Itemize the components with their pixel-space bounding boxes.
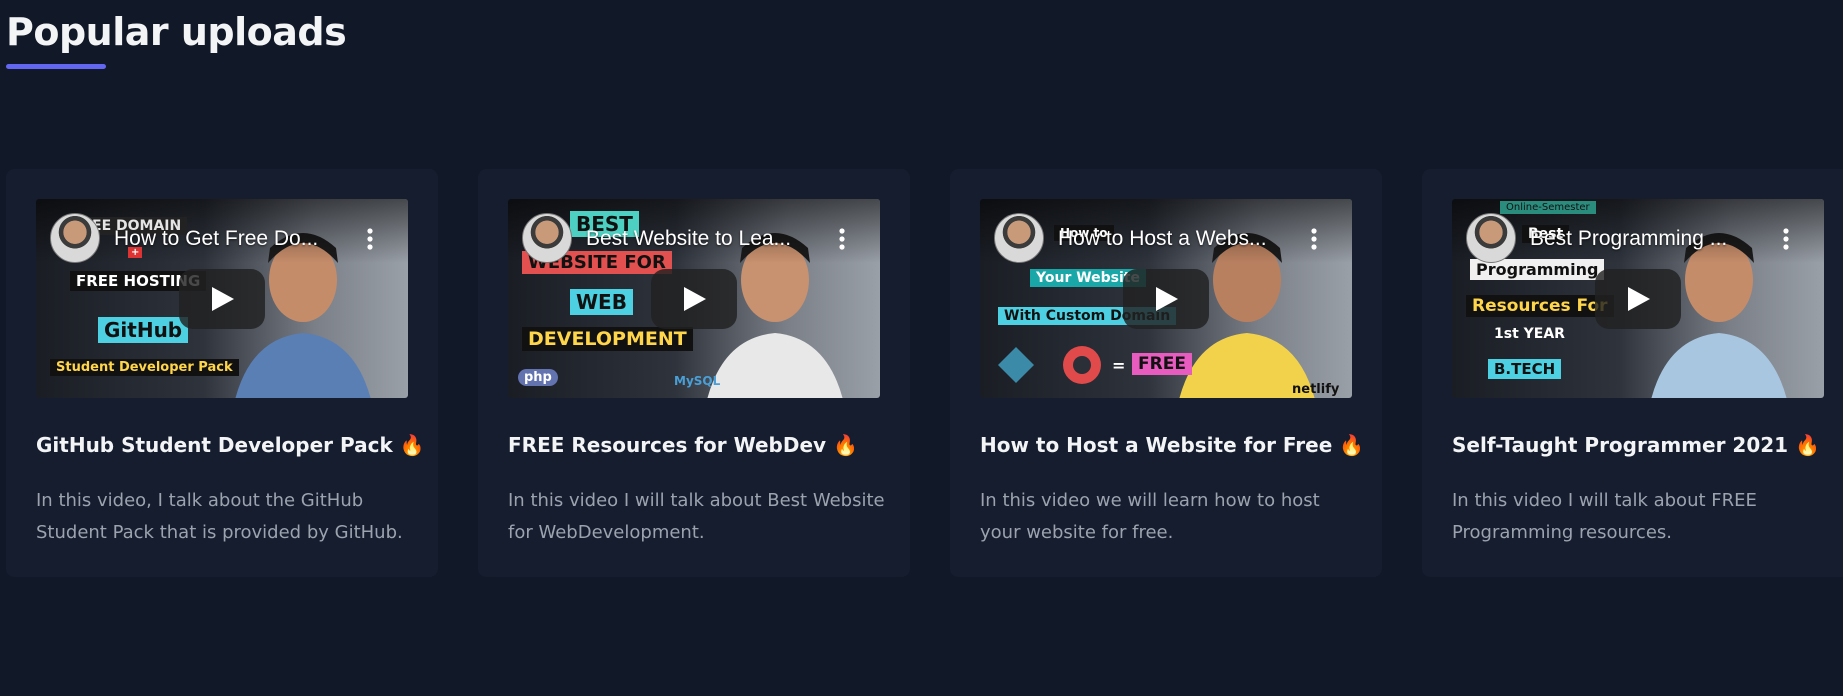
- video-card: EE DOMAIN + FREE HOSTING GitHub Student …: [6, 169, 438, 577]
- channel-avatar[interactable]: [522, 213, 572, 263]
- card-description: In this video we will learn how to host …: [980, 490, 1320, 543]
- thumb-tag: WEB: [570, 289, 633, 315]
- card-title-text: GitHub Student Developer Pack: [36, 433, 393, 457]
- more-vertical-icon[interactable]: [1782, 227, 1790, 251]
- card-title-text: How to Host a Website for Free: [980, 433, 1333, 457]
- thumb-tag: FREE: [1132, 353, 1192, 375]
- github-icon: [1063, 346, 1101, 384]
- card-title: FREE Resources for WebDev 🔥: [508, 433, 858, 457]
- fire-emoji: 🔥: [833, 433, 858, 457]
- play-icon: [684, 287, 706, 311]
- video-embed[interactable]: EE DOMAIN + FREE HOSTING GitHub Student …: [36, 199, 408, 398]
- thumb-tag: Resources For: [1466, 295, 1614, 317]
- video-card: How to Your Website With Custom Domain =…: [950, 169, 1382, 577]
- section-title: Popular uploads: [6, 10, 347, 54]
- channel-avatar[interactable]: [50, 213, 100, 263]
- video-title[interactable]: How to Host a Webs...: [1058, 227, 1267, 251]
- video-embed[interactable]: BEST WEBSITE FOR WEB DEVELOPMENT php MyS…: [508, 199, 880, 398]
- play-icon: [1156, 287, 1178, 311]
- thumb-tag: =: [1112, 356, 1126, 375]
- play-button[interactable]: [651, 269, 737, 329]
- thumb-tag: DEVELOPMENT: [522, 327, 693, 351]
- more-vertical-icon[interactable]: [366, 227, 374, 251]
- card-description: In this video I will talk about FREE Pro…: [1452, 490, 1757, 543]
- fire-emoji: 🔥: [399, 433, 425, 457]
- card-title-text: Self-Taught Programmer 2021: [1452, 433, 1789, 457]
- thumb-tag: MySQL: [674, 374, 721, 388]
- thumb-tag: 1st YEAR: [1494, 326, 1565, 342]
- video-card-list: EE DOMAIN + FREE HOSTING GitHub Student …: [6, 169, 1843, 577]
- thumb-tag: Online-Semester: [1500, 201, 1596, 214]
- fire-emoji: 🔥: [1339, 433, 1365, 457]
- thumb-tag: php: [518, 369, 558, 386]
- play-button[interactable]: [1595, 269, 1681, 329]
- play-button[interactable]: [179, 269, 265, 329]
- card-title: GitHub Student Developer Pack 🔥: [36, 433, 425, 457]
- channel-avatar[interactable]: [1466, 213, 1516, 263]
- card-title: How to Host a Website for Free 🔥: [980, 433, 1364, 457]
- video-title[interactable]: Best Programming ...: [1530, 227, 1727, 251]
- video-card: BEST WEBSITE FOR WEB DEVELOPMENT php MyS…: [478, 169, 910, 577]
- netlify-icon: [998, 347, 1034, 383]
- card-description: In this video I will talk about Best Web…: [508, 490, 885, 543]
- video-embed[interactable]: How to Your Website With Custom Domain =…: [980, 199, 1352, 398]
- thumb-tag: GitHub: [98, 317, 189, 343]
- popular-uploads-section: Popular uploads EE DOMAIN + FREE HOSTING…: [0, 0, 1843, 696]
- thumb-tag: Student Developer Pack: [50, 359, 239, 376]
- play-icon: [1628, 287, 1650, 311]
- video-embed[interactable]: Online-Semester Best Programming Resourc…: [1452, 199, 1824, 398]
- card-title: Self-Taught Programmer 2021 🔥: [1452, 433, 1820, 457]
- play-icon: [212, 287, 234, 311]
- video-title[interactable]: How to Get Free Do...: [114, 227, 318, 251]
- more-vertical-icon[interactable]: [1310, 227, 1318, 251]
- play-button[interactable]: [1123, 269, 1209, 329]
- thumb-tag: B.TECH: [1488, 359, 1562, 379]
- channel-avatar[interactable]: [994, 213, 1044, 263]
- video-card: Online-Semester Best Programming Resourc…: [1422, 169, 1843, 577]
- card-title-text: FREE Resources for WebDev: [508, 433, 827, 457]
- video-title[interactable]: Best Website to Lea...: [586, 227, 791, 251]
- fire-emoji: 🔥: [1795, 433, 1820, 457]
- card-description: In this video, I talk about the GitHub S…: [36, 490, 403, 543]
- thumb-tag: netlify: [1292, 382, 1340, 397]
- more-vertical-icon[interactable]: [838, 227, 846, 251]
- title-underline: [6, 64, 106, 69]
